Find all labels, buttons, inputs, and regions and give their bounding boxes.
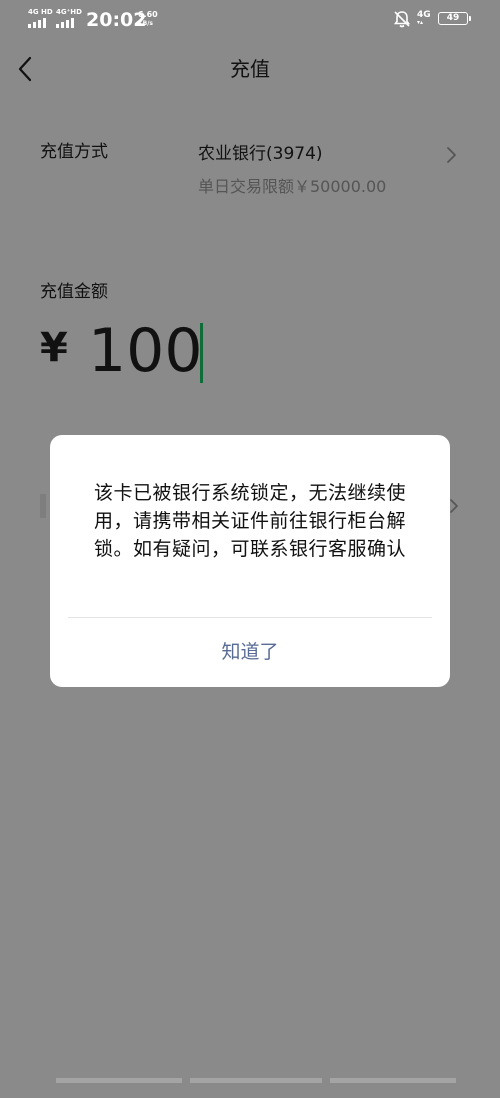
currency-symbol: ¥ [40,325,68,371]
bell-muted-icon [393,11,411,28]
recharge-screen: 4G HD 4G⁺HD 20:02 6.60 KB/s 4G ▾▴ 49 充值 … [0,0,500,1098]
network-type-2: 4G⁺HD [56,8,82,16]
payment-method-label: 充值方式 [40,142,108,162]
obscured-element [40,494,46,518]
bottom-strip [190,1078,322,1083]
chevron-right-icon[interactable] [444,143,458,167]
battery-icon: 49 [438,12,468,25]
bottom-strip [330,1078,456,1083]
data-arrows-icon: ▾▴ [417,19,424,26]
battery-tip [469,16,471,21]
network-type-1: 4G HD [28,8,53,16]
amount-input[interactable]: 100 [88,316,203,386]
network-speed: 6.60 KB/s [138,10,158,28]
speed-value: 6.60 [138,10,158,19]
amount-label: 充值金额 [40,282,108,302]
bottom-strip [56,1078,182,1083]
speed-unit: KB/s [138,20,153,27]
signal-bars-icon [56,18,78,28]
text-cursor [200,323,203,383]
page-title: 充值 [230,57,270,81]
signal-bars-icon [28,18,50,28]
card-locked-dialog: 该卡已被银行系统锁定，无法继续使用，请携带相关证件前往银行柜台解锁。如有疑问，可… [50,435,450,687]
acknowledge-button[interactable]: 知道了 [50,618,450,687]
dialog-message: 该卡已被银行系统锁定，无法继续使用，请携带相关证件前往银行柜台解锁。如有疑问，可… [93,482,406,560]
daily-limit-text: 单日交易限额￥50000.00 [198,177,387,196]
battery-level: 49 [446,13,460,23]
bank-card-name[interactable]: 农业银行(3974) [198,142,323,166]
status-bar: 4G HD 4G⁺HD 20:02 6.60 KB/s 4G ▾▴ 49 [0,0,500,40]
network-type-right: 4G ▾▴ [417,10,431,26]
